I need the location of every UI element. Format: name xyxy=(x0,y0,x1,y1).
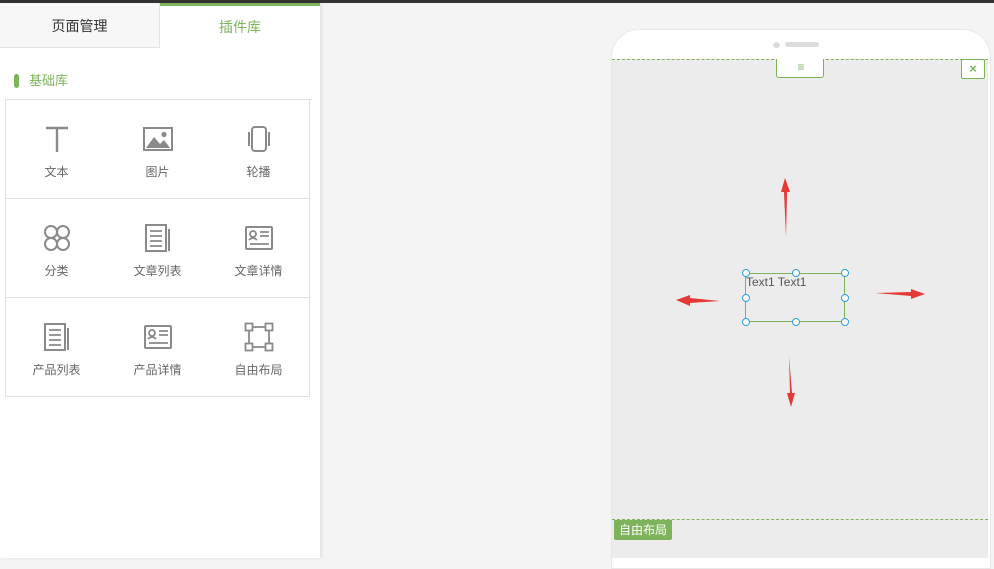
widget-product-detail[interactable]: 产品详情 xyxy=(107,298,209,397)
widget-text[interactable]: 文本 xyxy=(6,100,108,199)
widget-label: 自由布局 xyxy=(234,363,283,377)
tab-page-management[interactable]: 页面管理 xyxy=(0,3,160,48)
widget-label: 图片 xyxy=(145,165,170,179)
widget-image[interactable]: 图片 xyxy=(107,100,209,199)
article-list-icon xyxy=(143,223,173,253)
image-icon xyxy=(143,124,173,154)
carousel-icon xyxy=(244,124,274,154)
article-detail-icon xyxy=(244,223,274,253)
widget-free-layout[interactable]: 自由布局 xyxy=(208,298,310,397)
phone-camera xyxy=(773,42,780,48)
free-layout-icon xyxy=(244,322,274,352)
product-detail-icon xyxy=(143,322,173,352)
resize-handle-bottom[interactable] xyxy=(792,318,800,326)
text-element-content[interactable]: Text1 Text1 xyxy=(746,275,806,289)
widget-label: 产品列表 xyxy=(32,363,81,377)
close-button[interactable]: × xyxy=(961,59,985,79)
widget-category[interactable]: 分类 xyxy=(6,199,108,298)
widget-label: 文章列表 xyxy=(133,264,182,278)
resize-handle-bottom-left[interactable] xyxy=(742,318,750,326)
widget-article-list[interactable]: 文章列表 xyxy=(107,199,209,298)
resize-handle-top-left[interactable] xyxy=(742,269,750,277)
widget-carousel[interactable]: 轮播 xyxy=(208,100,310,199)
widget-label: 轮播 xyxy=(246,165,271,179)
resize-handle-left[interactable] xyxy=(742,294,750,302)
phone-speaker xyxy=(785,42,819,47)
widget-grid: 文本 图片 轮播 分类 文章列表 文章详情 产品列表 产品详情 自由布局 xyxy=(5,99,312,397)
product-list-icon xyxy=(42,322,72,352)
resize-handle-top[interactable] xyxy=(792,269,800,277)
resize-handle-top-right[interactable] xyxy=(841,269,849,277)
category-icon xyxy=(42,223,72,253)
widget-article-detail[interactable]: 文章详情 xyxy=(208,199,310,298)
section-title: 基础库 xyxy=(29,73,69,88)
menu-lines-icon: ≡ xyxy=(797,60,805,74)
resize-handle-bottom-right[interactable] xyxy=(841,318,849,326)
section-marker xyxy=(14,74,19,88)
widget-label: 文章详情 xyxy=(234,264,283,278)
close-icon: × xyxy=(969,61,977,76)
selected-text-element[interactable]: Text1 Text1 xyxy=(745,273,845,322)
text-icon xyxy=(42,124,72,154)
tab-plugin-library[interactable]: 插件库 xyxy=(160,3,320,47)
resize-handle-right[interactable] xyxy=(841,294,849,302)
panel-tabs: 页面管理 插件库 xyxy=(0,3,320,48)
widget-label: 分类 xyxy=(44,264,69,278)
left-panel: 页面管理 插件库 基础库 文本 图片 轮播 分类 文章列表 文章详情 产品列表 … xyxy=(0,3,320,558)
drag-handle-button[interactable]: ≡ xyxy=(776,59,824,78)
free-layout-tag[interactable]: 自由布局 xyxy=(614,520,673,540)
widget-label: 文本 xyxy=(44,165,69,179)
widget-product-list[interactable]: 产品列表 xyxy=(6,298,108,397)
widget-label: 产品详情 xyxy=(133,363,182,377)
